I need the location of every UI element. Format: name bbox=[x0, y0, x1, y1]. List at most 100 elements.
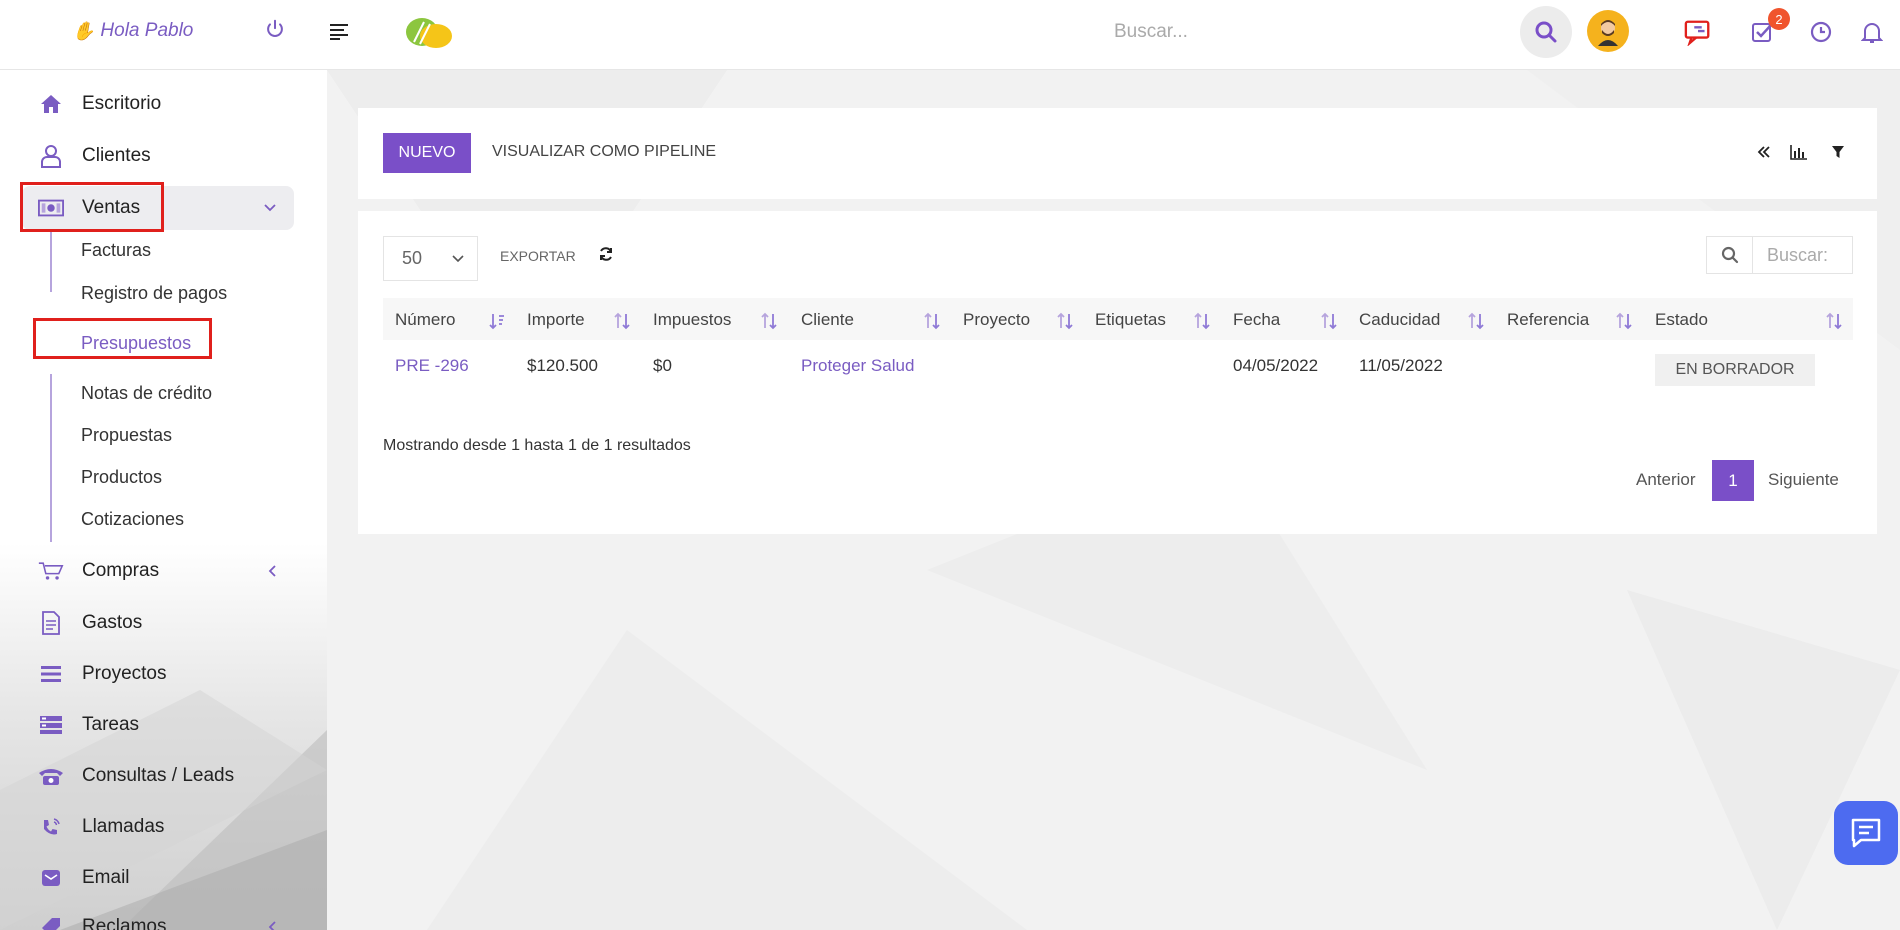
column-header-numero[interactable]: Número bbox=[395, 310, 455, 330]
sort-icon[interactable] bbox=[1467, 312, 1485, 330]
submenu-item-cotizaciones[interactable]: Cotizaciones bbox=[81, 509, 184, 530]
sidebar-item-escritorio[interactable]: Escritorio bbox=[0, 82, 327, 126]
sort-icon[interactable] bbox=[760, 312, 778, 330]
greeting-text: Hola Pablo bbox=[100, 20, 194, 41]
pagination-previous[interactable]: Anterior bbox=[1636, 470, 1696, 490]
search-icon bbox=[1721, 246, 1738, 264]
column-header-fecha[interactable]: Fecha bbox=[1233, 310, 1280, 330]
filter-icon[interactable] bbox=[1829, 143, 1847, 161]
sidebar-item-label: Compras bbox=[82, 560, 160, 581]
sort-icon[interactable] bbox=[1193, 312, 1211, 330]
cell-impuestos: $0 bbox=[653, 356, 672, 375]
table-search-input[interactable] bbox=[1752, 236, 1853, 274]
submenu-item-productos[interactable]: Productos bbox=[81, 467, 162, 488]
cell-cliente[interactable]: Proteger Salud bbox=[801, 356, 914, 376]
document-icon bbox=[38, 610, 64, 636]
email-icon bbox=[38, 865, 64, 891]
bell-icon[interactable] bbox=[1858, 18, 1886, 46]
messages-icon[interactable] bbox=[1684, 18, 1712, 46]
highlight-box-ventas bbox=[20, 182, 164, 232]
new-button[interactable]: NUEVO bbox=[383, 133, 471, 173]
cell-numero[interactable]: PRE -296 bbox=[395, 356, 469, 376]
submenu-item-notas-credito[interactable]: Notas de crédito bbox=[81, 383, 212, 404]
pagination-page-current[interactable]: 1 bbox=[1712, 460, 1754, 501]
refresh-icon[interactable] bbox=[598, 246, 614, 262]
sidebar-item-label: Email bbox=[82, 867, 130, 888]
waving-hand-icon: ✋ bbox=[72, 20, 95, 41]
global-search-input[interactable] bbox=[1080, 12, 1520, 52]
sidebar-item-label: Clientes bbox=[82, 145, 151, 166]
column-header-referencia[interactable]: Referencia bbox=[1507, 310, 1589, 330]
bar-chart-icon[interactable] bbox=[1790, 143, 1808, 161]
sidebar-item-label: Gastos bbox=[82, 612, 143, 633]
sidebar-item-llamadas[interactable]: Llamadas bbox=[0, 805, 327, 849]
column-header-cliente[interactable]: Cliente bbox=[801, 310, 854, 330]
sort-icon[interactable] bbox=[613, 312, 631, 330]
chevron-down-icon bbox=[264, 204, 276, 212]
double-chevron-left-icon[interactable] bbox=[1755, 143, 1773, 161]
sidebar-item-email[interactable]: Email bbox=[0, 856, 327, 900]
chevron-left-icon bbox=[268, 565, 276, 577]
cell-fecha: 04/05/2022 bbox=[1233, 356, 1319, 375]
chevron-left-icon bbox=[268, 921, 276, 930]
sidebar-item-clientes[interactable]: Clientes bbox=[0, 134, 327, 178]
sort-icon[interactable] bbox=[488, 312, 506, 330]
menu-toggle-icon[interactable] bbox=[330, 22, 350, 40]
search-button[interactable] bbox=[1520, 6, 1572, 58]
sidebar-item-consultas-leads[interactable]: Consultas / Leads bbox=[0, 754, 327, 798]
cell-caducidad: 11/05/2022 bbox=[1359, 356, 1443, 375]
status-badge: EN BORRADOR bbox=[1655, 354, 1815, 386]
sort-icon[interactable] bbox=[923, 312, 941, 330]
pagination-next[interactable]: Siguiente bbox=[1768, 470, 1839, 490]
cart-icon bbox=[38, 558, 64, 584]
sidebar-item-label: Llamadas bbox=[82, 816, 165, 837]
column-header-importe[interactable]: Importe bbox=[527, 310, 585, 330]
top-bar: ✋ Hola Pablo Buscar... 2 bbox=[0, 0, 1900, 70]
submenu-item-registro-pagos[interactable]: Registro de pagos bbox=[81, 283, 227, 304]
highlight-box-presupuestos bbox=[33, 318, 212, 359]
sort-icon[interactable] bbox=[1615, 312, 1633, 330]
sidebar-item-gastos[interactable]: Gastos bbox=[0, 601, 327, 645]
user-icon bbox=[38, 143, 64, 169]
sidebar-item-proyectos[interactable]: Proyectos bbox=[0, 652, 327, 696]
page-length-select[interactable]: 50 bbox=[383, 236, 478, 281]
submenu-item-facturas[interactable]: Facturas bbox=[81, 240, 151, 261]
column-header-impuestos[interactable]: Impuestos bbox=[653, 310, 731, 330]
clock-icon[interactable] bbox=[1807, 18, 1835, 46]
export-button[interactable]: EXPORTAR bbox=[500, 248, 576, 264]
table-search-button[interactable] bbox=[1706, 236, 1753, 274]
bars-icon bbox=[38, 661, 64, 687]
user-greeting[interactable]: ✋ Hola Pablo bbox=[72, 20, 193, 42]
home-icon bbox=[38, 91, 64, 117]
chat-button[interactable] bbox=[1834, 801, 1898, 865]
sidebar-item-label: Proyectos bbox=[82, 663, 167, 684]
tag-icon bbox=[38, 914, 64, 930]
power-icon[interactable] bbox=[264, 18, 286, 40]
avatar-face-icon bbox=[1598, 20, 1618, 46]
column-header-proyecto[interactable]: Proyecto bbox=[963, 310, 1030, 330]
sidebar-item-compras[interactable]: Compras bbox=[0, 549, 327, 593]
sidebar-item-label: Escritorio bbox=[82, 93, 162, 114]
sidebar-item-reclamos[interactable]: Reclamos bbox=[0, 905, 327, 930]
sort-icon[interactable] bbox=[1056, 312, 1074, 330]
notification-badge: 2 bbox=[1768, 8, 1790, 30]
sort-icon[interactable] bbox=[1825, 312, 1843, 330]
submenu-item-propuestas[interactable]: Propuestas bbox=[81, 425, 172, 446]
sidebar-item-label: Consultas / Leads bbox=[82, 765, 235, 786]
column-header-caducidad[interactable]: Caducidad bbox=[1359, 310, 1440, 330]
sidebar-item-label: Tareas bbox=[82, 714, 140, 735]
cell-importe: $120.500 bbox=[527, 356, 598, 375]
column-header-etiquetas[interactable]: Etiquetas bbox=[1095, 310, 1166, 330]
app-logo[interactable] bbox=[402, 10, 456, 50]
phone-icon bbox=[38, 814, 64, 840]
chevron-down-icon bbox=[452, 255, 464, 263]
user-avatar[interactable] bbox=[1587, 10, 1629, 52]
sidebar-item-tareas[interactable]: Tareas bbox=[0, 703, 327, 747]
submenu-line bbox=[50, 232, 52, 292]
view-pipeline-link[interactable]: VISUALIZAR COMO PIPELINE bbox=[492, 143, 716, 161]
phone-desk-icon bbox=[38, 763, 64, 789]
page-length-value: 50 bbox=[402, 248, 423, 268]
tasks-icon bbox=[38, 712, 64, 738]
column-header-estado[interactable]: Estado bbox=[1655, 310, 1708, 330]
sort-icon[interactable] bbox=[1320, 312, 1338, 330]
